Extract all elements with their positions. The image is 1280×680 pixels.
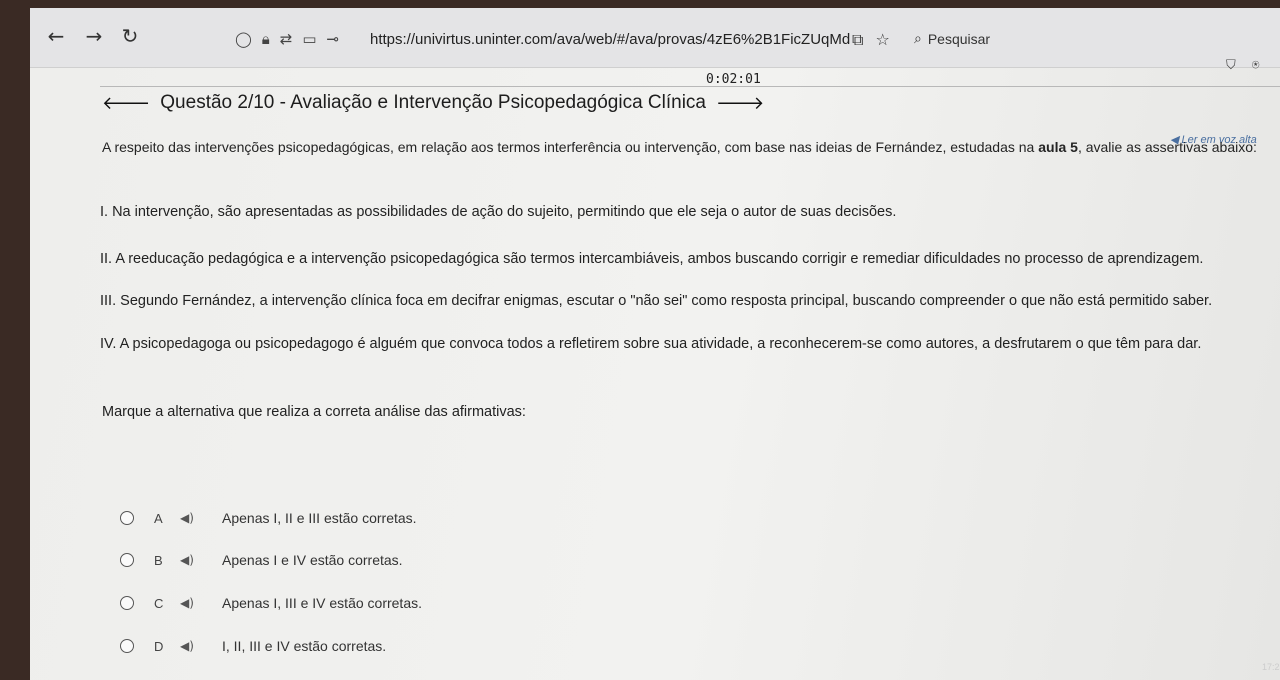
intro-text: A respeito das intervenções psicopedagóg… (102, 139, 1039, 155)
option-a-letter: A (154, 510, 163, 526)
arrow-right-icon: → (85, 24, 103, 48)
option-b[interactable]: B ◀︎) Apenas I e IV estão corretas. (120, 550, 403, 570)
statement-4: IV. A psicopedagoga ou psicopedagogo é a… (100, 336, 1202, 352)
arrow-left-icon: ← (47, 24, 65, 48)
question-header: 🡐 Questão 2/10 - Avaliação e Intervenção… (102, 92, 764, 114)
browser-toolbar: ← → ↻ ◯ 🔒︎ ⇄ ▭ ⊸ https://univirtus.unint… (30, 8, 1280, 68)
search-placeholder: Pesquisar (927, 31, 991, 47)
account-icon[interactable]: ⍟ (1252, 58, 1260, 73)
exam-timer: 0:02:01 (706, 72, 761, 87)
option-c-radio[interactable] (120, 596, 134, 610)
reload-icon: ↻ (121, 24, 139, 48)
question-intro: A respeito das intervenções psicopedagóg… (102, 139, 1272, 155)
speaker-icon[interactable]: ◀︎) (180, 511, 222, 525)
option-a-radio[interactable] (120, 511, 134, 525)
permissions-icon[interactable]: ⇄ (280, 30, 293, 48)
question-prompt: Marque a alternativa que realiza a corre… (102, 404, 526, 420)
speaker-icon[interactable]: ◀︎) (180, 596, 222, 610)
speaker-icon[interactable]: ◀︎) (180, 639, 222, 653)
option-a-text: Apenas I, II e III estão corretas. (222, 510, 417, 526)
screen: ← → ↻ ◯ 🔒︎ ⇄ ▭ ⊸ https://univirtus.unint… (30, 8, 1280, 680)
option-b-radio[interactable] (120, 553, 134, 567)
statement-2: II. A reeducação pedagógica e a interven… (100, 251, 1204, 267)
option-b-letter: B (154, 552, 163, 568)
option-d[interactable]: D ◀︎) I, II, III e IV estão corretas. (120, 636, 386, 656)
speaker-icon[interactable]: ◀︎) (180, 553, 222, 567)
option-d-radio[interactable] (120, 639, 134, 653)
picture-in-picture-icon[interactable]: ⧉ (852, 30, 863, 50)
intro-bold: aula 5 (1038, 139, 1078, 155)
option-b-text: Apenas I e IV estão corretas. (222, 552, 403, 568)
search-field[interactable]: ⌕ Pesquisar (914, 26, 1134, 52)
taskbar-clock: 17:23 (1262, 662, 1280, 672)
forward-button[interactable]: → (80, 24, 108, 48)
option-d-text: I, II, III e IV estão corretas. (222, 638, 387, 654)
header-divider (100, 86, 1280, 87)
option-c-letter: C (154, 595, 164, 611)
toolbar-extension-icons: ⛉ ⍟ (1226, 58, 1260, 73)
option-a[interactable]: A ◀︎) Apenas I, II e III estão corretas. (120, 508, 417, 528)
back-button[interactable]: ← (42, 24, 70, 48)
statement-3: III. Segundo Fernández, a intervenção cl… (100, 293, 1213, 309)
question-title: Questão 2/10 - Avaliação e Intervenção P… (160, 92, 707, 113)
reload-button[interactable]: ↻ (116, 24, 144, 48)
star-icon[interactable]: ☆ (875, 30, 889, 50)
intro-text-end: , avalie as assertivas abaixo: (1077, 139, 1257, 155)
key-icon[interactable]: ⊸ (327, 30, 340, 48)
next-question-icon[interactable]: 🡒 (716, 93, 764, 114)
lock-icon[interactable]: 🔒︎ (262, 30, 270, 48)
url-field[interactable]: https://univirtus.uninter.com/ava/web/#/… (370, 31, 850, 48)
option-d-letter: D (154, 638, 164, 654)
search-icon: ⌕ (914, 31, 922, 47)
option-c-text: Apenas I, III e IV estão corretas. (222, 595, 422, 611)
url-bar-right-icons: ⧉ ☆ (852, 30, 890, 50)
shield-icon[interactable]: ◯ (235, 30, 252, 48)
pocket-icon[interactable]: ⛉ (1226, 58, 1236, 73)
statement-1: I. Na intervenção, são apresentadas as p… (100, 204, 897, 220)
option-c[interactable]: C ◀︎) Apenas I, III e IV estão corretas. (120, 593, 422, 613)
reader-view-icon[interactable]: ▭ (302, 30, 316, 48)
previous-question-icon[interactable]: 🡐 (102, 93, 150, 114)
url-bar-icons: ◯ 🔒︎ ⇄ ▭ ⊸ (235, 30, 339, 48)
